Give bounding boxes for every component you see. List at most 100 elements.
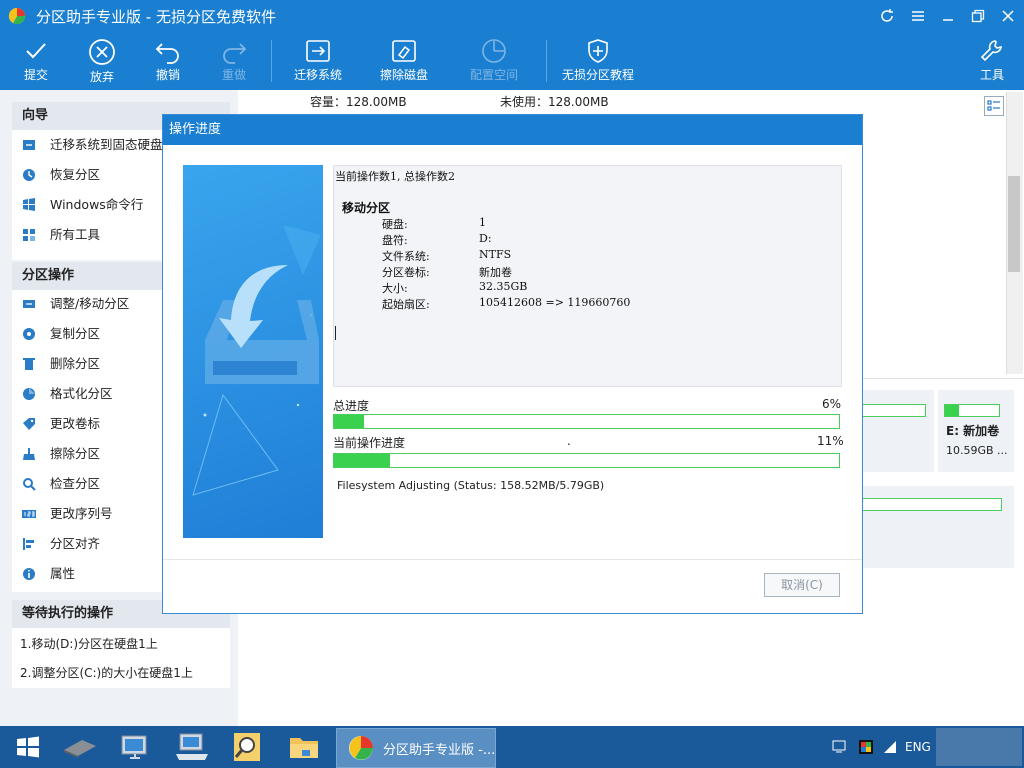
broom-icon — [23, 448, 35, 460]
tools-label: 工具 — [979, 68, 1004, 82]
start-button[interactable] — [6, 730, 50, 764]
text-cursor — [335, 326, 336, 340]
sidebar-item-label: 所有工具 — [50, 227, 101, 242]
restore-button[interactable] — [963, 0, 993, 32]
wipe-disk-button[interactable]: 擦除磁盘 — [374, 32, 434, 90]
sidebar-item-migrate-ssd[interactable]: 迁移系统到固态硬盘 — [12, 130, 163, 160]
sidebar-item-resize-move[interactable]: 调整/移动分区 — [12, 289, 162, 319]
refresh-button[interactable] — [872, 0, 902, 32]
current-progress-label: 当前操作进度 — [333, 436, 406, 450]
log-value: 32.35GB — [479, 280, 528, 293]
language-indicator[interactable]: ENG — [905, 740, 931, 754]
redo-icon — [223, 43, 247, 64]
sidebar-item-align-partition[interactable]: 分区对齐 — [12, 529, 162, 559]
current-progress-dot: . — [567, 434, 571, 448]
sidebar-item-label: Windows命令行 — [50, 197, 144, 212]
sidebar-item-copy-partition[interactable]: 复制分区 — [12, 319, 162, 349]
view-toggle-button[interactable] — [984, 96, 1004, 116]
migrate-disk-icon — [306, 40, 330, 62]
discard-button[interactable]: 放弃 — [80, 32, 124, 90]
partition-tile-d[interactable] — [860, 390, 934, 472]
log-key: 文件系统: — [382, 250, 430, 263]
commit-button[interactable]: 提交 — [14, 32, 58, 90]
total-progress-bar — [333, 414, 840, 429]
discard-label: 放弃 — [89, 70, 114, 84]
tray-network[interactable] — [882, 739, 898, 755]
sidebar-item-change-label[interactable]: 更改卷标 — [12, 409, 162, 439]
sidebar-item-label: 分区对齐 — [50, 536, 101, 551]
taskbar-app-chip[interactable] — [58, 730, 102, 764]
cancel-circle-icon — [89, 39, 115, 65]
undo-button[interactable]: 撤销 — [146, 32, 190, 90]
sidebar-item-label: 格式化分区 — [50, 386, 113, 401]
log-value: 1 — [479, 216, 486, 229]
commit-label: 提交 — [23, 68, 48, 82]
sidebar-item-recover-partition[interactable]: 恢复分区 — [12, 160, 162, 190]
minimize-icon — [943, 19, 953, 21]
checkmark-icon — [26, 43, 46, 59]
sidebar-item-delete-partition[interactable]: 删除分区 — [12, 349, 162, 379]
dialog-illustration — [183, 165, 323, 538]
taskbar-app-network[interactable] — [114, 730, 158, 764]
pending-op-item[interactable]: 2.调整分区(C:)的大小在硬盘1上 — [12, 658, 230, 688]
sidebar-item-all-tools[interactable]: 所有工具 — [12, 220, 162, 250]
tools-button[interactable]: 工具 — [972, 32, 1012, 90]
wrench-icon — [980, 40, 1002, 62]
partition-tile-2[interactable] — [860, 486, 1014, 568]
pending-op-item[interactable]: 1.移动(D:)分区在硬盘1上 — [12, 629, 230, 659]
sidebar-item-format-partition[interactable]: 格式化分区 — [12, 379, 162, 409]
resize-icon — [23, 300, 35, 308]
current-progress-fill — [334, 454, 390, 467]
taskbar-app-keyboard[interactable] — [170, 730, 214, 764]
menu-button[interactable] — [903, 0, 933, 32]
tray-clock-area[interactable] — [936, 728, 1022, 766]
log-key: 大小: — [382, 282, 408, 295]
log-op-title: 移动分区 — [342, 201, 391, 215]
sidebar-item-windows-cmd[interactable]: Windows命令行 — [12, 190, 162, 220]
migrate-os-label: 迁移系统 — [293, 68, 342, 82]
memory-chip-icon — [64, 740, 96, 758]
minimize-button[interactable] — [933, 0, 963, 32]
close-button[interactable] — [993, 0, 1023, 32]
disk-capacity: 容量：128.00MB — [310, 95, 407, 109]
sidebar-item-label: 擦除分区 — [50, 446, 101, 461]
alloc-space-label: 配置空间 — [469, 68, 518, 82]
taskbar-app-search[interactable] — [226, 730, 270, 764]
sidebar-item-wipe-partition[interactable]: 擦除分区 — [12, 439, 162, 469]
partition-tile-e[interactable]: E: 新加卷 10.59GB ... — [938, 390, 1014, 472]
app-logo-icon — [8, 7, 26, 25]
log-value: 105412608 => 119660760 — [479, 296, 631, 309]
total-progress-label: 总进度 — [333, 399, 370, 413]
cancel-button[interactable]: 取消(C) — [764, 573, 840, 597]
log-key: 硬盘: — [382, 218, 408, 231]
sidebar-item-change-serial[interactable]: 更改序列号 — [12, 499, 162, 529]
color-tray-icon — [859, 740, 873, 754]
sidebar-item-check-partition[interactable]: 检查分区 — [12, 469, 162, 499]
alloc-space-button[interactable]: 配置空间 — [464, 32, 524, 90]
dialog-title: 操作进度 — [163, 115, 862, 145]
scrollbar-thumb[interactable] — [1008, 176, 1020, 272]
sidebar-item-properties[interactable]: 属性 — [12, 559, 162, 589]
partition-usage-fill — [945, 405, 959, 416]
log-key: 起始扇区: — [382, 298, 430, 311]
log-value: NTFS — [479, 248, 512, 261]
window-title: 分区助手专业版 - 无损分区免费软件 — [36, 8, 276, 26]
taskbar-app-partition-assistant[interactable]: 分区助手专业版 -... — [336, 728, 496, 768]
migrate-os-button[interactable]: 迁移系统 — [288, 32, 348, 90]
wipe-disk-icon — [392, 40, 416, 62]
all-tools-icon — [23, 229, 35, 241]
tray-color[interactable] — [858, 739, 874, 755]
app-logo-icon — [349, 736, 373, 760]
sidebar-item-label: 检查分区 — [50, 476, 101, 491]
magnifier-icon — [234, 733, 260, 761]
network-signal-icon — [884, 741, 896, 753]
keyboard-computer-icon — [176, 733, 208, 760]
sidebar-item-label: 更改卷标 — [50, 416, 101, 431]
disk-download-icon — [192, 225, 321, 496]
tutorial-button[interactable]: 无损分区教程 — [558, 32, 638, 90]
taskbar-app-explorer[interactable] — [282, 730, 326, 764]
sidebar-item-label: 调整/移动分区 — [50, 296, 130, 311]
redo-button[interactable]: 重做 — [212, 32, 256, 90]
serial-number-icon — [22, 510, 36, 518]
tray-monitor[interactable] — [832, 740, 848, 754]
